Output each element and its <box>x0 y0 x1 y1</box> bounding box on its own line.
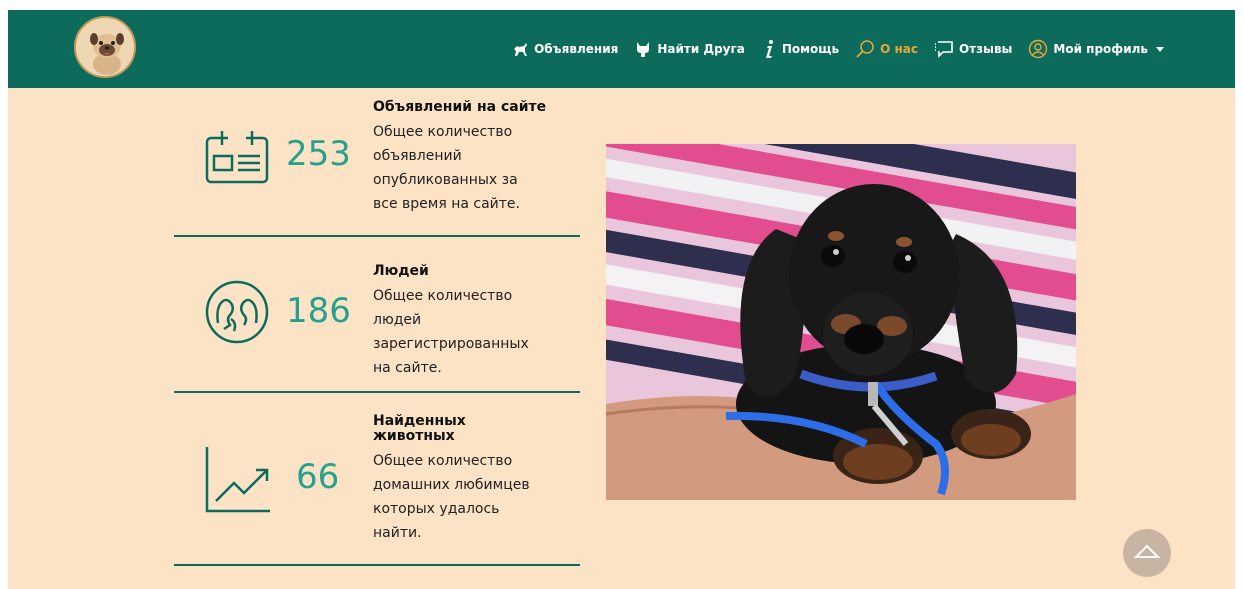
desc-line: которых удалось <box>373 501 500 517</box>
scroll-to-top-button[interactable] <box>1123 529 1171 577</box>
desc-line: зарегистрированных <box>373 336 529 352</box>
nav-about-label: О нас <box>880 42 918 56</box>
nav-ads[interactable]: Объявления <box>506 40 623 58</box>
nav-about[interactable]: О нас <box>850 39 923 59</box>
main-nav: Объявления Найти Друга Помощь О нас Отзы… <box>506 10 1169 88</box>
nav-ads-label: Объявления <box>534 42 619 56</box>
stat-ads: 253 Объявлений на сайте Общее количество… <box>174 88 580 237</box>
nav-find-friend-label: Найти Друга <box>657 42 745 56</box>
info-icon <box>761 39 777 59</box>
calendar-icon <box>204 128 270 190</box>
user-icon <box>1028 39 1048 59</box>
stat-ads-description: Общее количество объявлений опубликованн… <box>373 120 548 216</box>
chevron-up-icon <box>1133 543 1161 563</box>
nav-profile[interactable]: Мой профиль <box>1023 39 1169 59</box>
magnifier-icon <box>855 39 875 59</box>
chat-bubble-icon <box>934 40 954 58</box>
stat-found-description: Общее количество домашних любимцев котор… <box>373 449 548 545</box>
desc-line: Общее количество <box>373 124 513 140</box>
desc-line: людей <box>373 312 422 328</box>
pug-logo-icon[interactable] <box>74 16 136 78</box>
stat-ads-title: Объявлений на сайте <box>373 99 547 115</box>
desc-line: объявлений <box>373 148 462 164</box>
desc-line: все время на сайте. <box>373 196 520 212</box>
stat-people: 186 Людей Общее количество людей зарегис… <box>174 237 580 393</box>
nav-help[interactable]: Помощь <box>756 39 844 59</box>
desc-line: опубликованных за <box>373 172 518 188</box>
growth-chart-icon <box>204 445 274 519</box>
stat-found: 66 Найденных животных Общее количество д… <box>174 393 580 566</box>
stat-found-title: Найденных животных <box>373 414 548 444</box>
stat-ads-number: 253 <box>286 134 351 174</box>
dog-icon <box>511 40 529 58</box>
stat-people-description: Общее количество людей зарегистрированны… <box>373 284 548 380</box>
nav-reviews-label: Отзывы <box>958 42 1013 56</box>
desc-line: на сайте. <box>373 360 442 376</box>
desc-line: найти. <box>373 525 422 541</box>
nav-help-label: Помощь <box>781 42 840 56</box>
people-icon <box>204 279 270 349</box>
title-line: животных <box>373 428 455 444</box>
cat-icon <box>634 40 652 58</box>
nav-profile-label: Мой профиль <box>1053 42 1148 56</box>
nav-find-friend[interactable]: Найти Друга <box>629 40 750 58</box>
stat-people-title: Людей <box>373 263 429 279</box>
dachshund-puppy-photo <box>606 144 1076 500</box>
nav-reviews[interactable]: Отзывы <box>929 40 1017 58</box>
header: Объявления Найти Друга Помощь О нас Отзы… <box>8 10 1235 88</box>
title-line: Найденных <box>373 413 466 429</box>
desc-line: домашних любимцев <box>373 477 530 493</box>
desc-line: Общее количество <box>373 453 513 469</box>
desc-line: Общее количество <box>373 288 513 304</box>
page: Объявления Найти Друга Помощь О нас Отзы… <box>8 10 1235 589</box>
chevron-down-icon <box>1156 46 1164 52</box>
stat-found-number: 66 <box>296 457 340 497</box>
stat-people-number: 186 <box>286 291 351 331</box>
